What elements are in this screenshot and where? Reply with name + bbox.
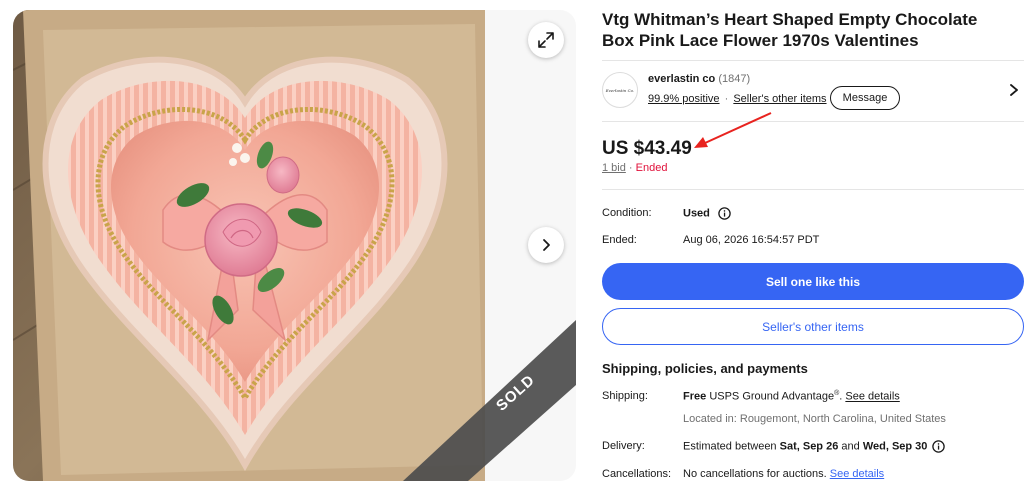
shipping-see-details-link[interactable]: See details [845, 391, 899, 403]
ended-label: Ended: [602, 234, 637, 246]
delivery-label: Delivery: [602, 440, 645, 452]
image-gallery: SOLD [13, 10, 576, 481]
cancellations-label: Cancellations: [602, 468, 672, 480]
chevron-right-icon [543, 239, 550, 251]
seller-link-separator: · [724, 93, 729, 105]
seller-feedback-count: (1847) [718, 73, 751, 85]
seller-avatar[interactable]: Everlastin Co. [602, 72, 638, 108]
shipping-label: Shipping: [602, 390, 648, 402]
delivery-start: Sat, Sep 26 [779, 440, 839, 453]
shipping-free: Free [683, 390, 707, 403]
seller-card: Everlastin Co. everlastin co (1847) 99.9… [602, 60, 1024, 122]
bid-separator: · [628, 162, 633, 174]
item-title: Vtg Whitman’s Heart Shaped Empty Chocola… [602, 10, 978, 50]
shipping-section-heading: Shipping, policies, and payments [602, 361, 808, 376]
delivery-prefix: Estimated between [683, 440, 777, 453]
ended-value: Aug 06, 2026 16:54:57 PDT [683, 234, 820, 246]
seller-name[interactable]: everlastin co [648, 73, 715, 85]
seller-info: everlastin co (1847) [648, 73, 750, 85]
product-photo[interactable] [13, 10, 485, 481]
sell-one-like-this-button[interactable]: Sell one like this [602, 263, 1024, 300]
message-button[interactable]: Message [830, 86, 900, 110]
price: US $43.49 [602, 138, 692, 159]
sellers-other-items-button[interactable]: Seller's other items [602, 308, 1024, 345]
chevron-right-icon[interactable] [1008, 83, 1020, 97]
cancellations-see-details-link[interactable]: See details [830, 468, 884, 480]
condition-value: Used [683, 207, 710, 220]
item-location: Located in: Rougemont, North Carolina, U… [683, 413, 946, 425]
condition-value-wrap: Used [683, 207, 731, 220]
seller-avatar-text: Everlastin Co. [605, 87, 635, 93]
next-image-button[interactable] [528, 227, 564, 263]
shipping-period: . [839, 390, 843, 403]
delivery-end: Wed, Sep 30 [862, 440, 928, 453]
bid-status: 1 bid · Ended [602, 162, 667, 174]
ended-status: Ended [635, 162, 668, 174]
delivery-value: Estimated between Sat, Sep 26 and Wed, S… [683, 440, 946, 453]
divider [602, 189, 1024, 190]
seller-other-items-link[interactable]: Seller's other items [733, 93, 826, 105]
info-icon[interactable] [932, 440, 946, 453]
shipping-service: USPS Ground Advantage [709, 390, 835, 403]
sold-label: SOLD [493, 371, 539, 415]
expand-icon [538, 32, 554, 48]
condition-label: Condition: [602, 207, 652, 219]
seller-links: 99.9% positive · Seller's other items [648, 93, 827, 105]
bids-link[interactable]: 1 bid [602, 162, 626, 174]
cancellations-text: No cancellations for auctions. [683, 468, 827, 480]
expand-button[interactable] [528, 22, 564, 58]
delivery-and: and [841, 440, 860, 453]
seller-positive-link[interactable]: 99.9% positive [648, 93, 720, 105]
cancellations-value: No cancellations for auctions. See detai… [683, 468, 884, 480]
info-icon[interactable] [718, 207, 731, 220]
shipping-value: Free USPS Ground Advantage®. See details [683, 390, 900, 403]
